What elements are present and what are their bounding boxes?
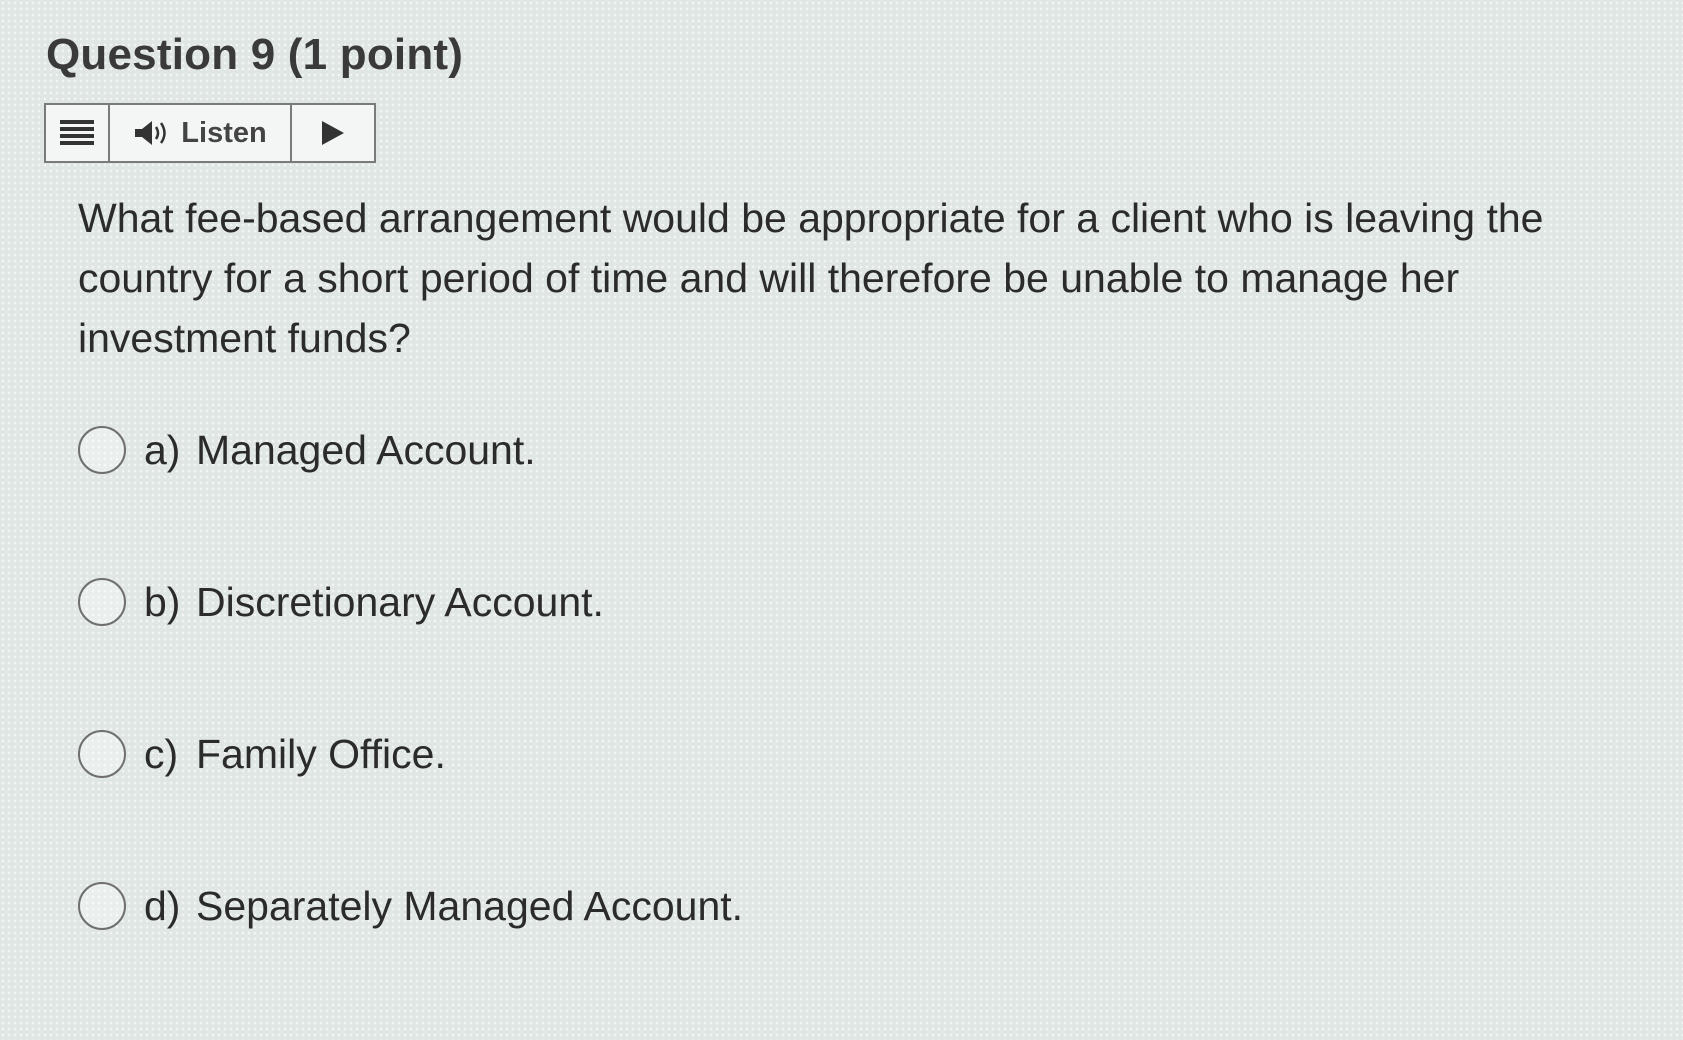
- play-button[interactable]: [292, 105, 374, 161]
- option-label: Family Office.: [196, 730, 446, 777]
- option-letter: c): [144, 730, 179, 777]
- option-label: Managed Account.: [196, 426, 536, 473]
- option-letter: b): [144, 578, 181, 625]
- listen-toolbar: Listen: [44, 103, 376, 163]
- option-label: Discretionary Account.: [196, 578, 604, 625]
- option-d[interactable]: d) Separately Managed Account.: [78, 876, 1278, 936]
- menu-button[interactable]: [46, 105, 110, 161]
- option-letter: a): [144, 426, 181, 473]
- answer-options: a) Managed Account. b) Discretionary Acc…: [78, 420, 1278, 1028]
- listen-label: Listen: [181, 116, 267, 149]
- question-text: What fee-based arrangement would be appr…: [78, 195, 1544, 361]
- question-title: Question 9 (1 point): [46, 30, 464, 79]
- radio-button[interactable]: [78, 730, 126, 778]
- radio-button[interactable]: [78, 578, 126, 626]
- radio-button[interactable]: [78, 882, 126, 930]
- speaker-icon: [135, 121, 167, 145]
- play-icon: [322, 121, 344, 145]
- option-a[interactable]: a) Managed Account.: [78, 420, 1278, 480]
- option-letter: d): [144, 882, 181, 929]
- option-b[interactable]: b) Discretionary Account.: [78, 572, 1278, 632]
- listen-button[interactable]: Listen: [110, 105, 292, 161]
- option-label: Separately Managed Account.: [196, 882, 744, 929]
- radio-button[interactable]: [78, 426, 126, 474]
- option-c[interactable]: c) Family Office.: [78, 724, 1278, 784]
- menu-icon: [60, 120, 94, 145]
